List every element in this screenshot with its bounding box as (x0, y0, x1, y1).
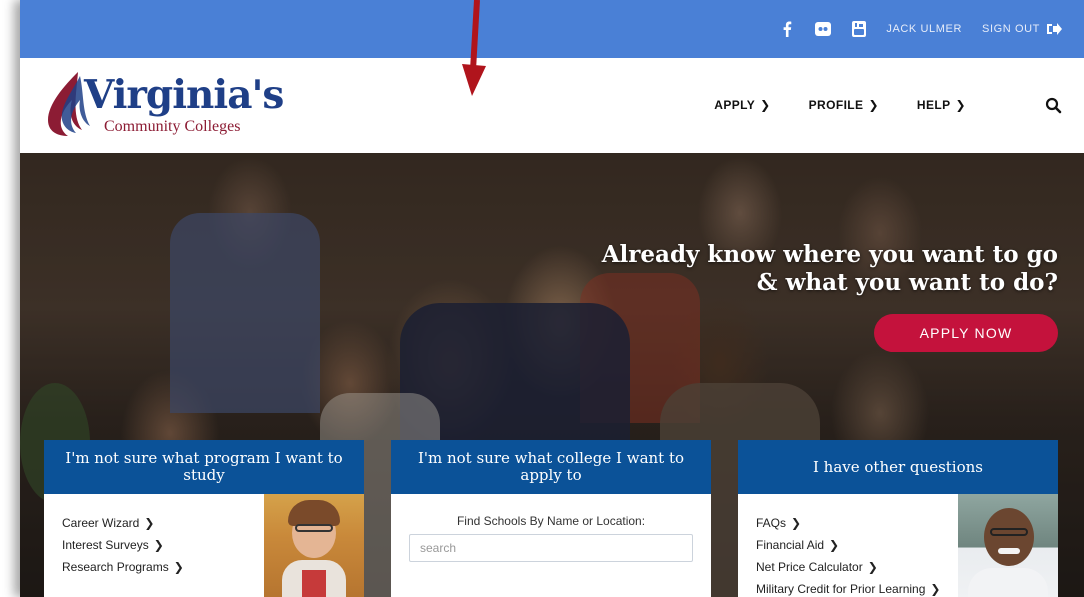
military-credit-link[interactable]: Military Credit for Prior Learning ❯ (756, 578, 940, 597)
research-programs-link[interactable]: Research Programs ❯ (62, 556, 184, 578)
program-links: Career Wizard ❯ Interest Surveys ❯ Researc… (62, 512, 184, 578)
vccs-logo[interactable]: Virginia's Community Colleges (42, 70, 284, 138)
site-header: Virginia's Community Colleges APPLY ❯ PR… (20, 58, 1084, 153)
nav-help[interactable]: HELP ❯ (917, 98, 966, 112)
nav-profile-label: PROFILE (808, 98, 864, 112)
college-help-card: I'm not sure what college I want to appl… (391, 440, 711, 597)
military-credit-label: Military Credit for Prior Learning (756, 582, 926, 596)
main-nav: APPLY ❯ PROFILE ❯ HELP ❯ (714, 98, 966, 112)
other-questions-card: I have other questions FAQs ❯ Financial A… (738, 440, 1058, 597)
nav-profile[interactable]: PROFILE ❯ (809, 98, 879, 112)
net-price-calculator-link[interactable]: Net Price Calculator ❯ (756, 556, 940, 578)
chevron-right-icon: ❯ (760, 98, 771, 112)
flickr-icon[interactable] (814, 20, 832, 38)
hero-headline-line1: Already know where you want to go (601, 241, 1058, 268)
chevron-right-icon: ❯ (173, 560, 184, 574)
hero-headline: Already know where you want to go & what… (602, 241, 1058, 297)
chevron-right-icon: ❯ (955, 98, 966, 112)
card-body: Find Schools By Name or Location: search (391, 494, 711, 597)
hero-headline-line2: & what you want to do? (756, 269, 1058, 296)
sign-out-label: SIGN OUT (982, 23, 1040, 35)
logo-subtitle: Community Colleges (104, 118, 241, 135)
card-title: I'm not sure what college I want to appl… (391, 440, 711, 494)
interest-surveys-link[interactable]: Interest Surveys ❯ (62, 534, 184, 556)
chevron-right-icon: ❯ (153, 538, 164, 552)
logo-wordmark: Virginia's (84, 72, 284, 118)
school-search-input[interactable]: search (409, 534, 693, 562)
card-body: FAQs ❯ Financial Aid ❯ Net Price Calculato… (738, 494, 1058, 597)
student-photo (264, 494, 364, 597)
utility-links: JACK ULMER SIGN OUT (778, 20, 1062, 38)
chevron-right-icon: ❯ (144, 516, 155, 530)
advisor-photo (958, 494, 1058, 597)
card-body: Career Wizard ❯ Interest Surveys ❯ Researc… (44, 494, 364, 597)
hero-banner: Already know where you want to go & what… (20, 153, 1084, 597)
net-price-calculator-label: Net Price Calculator (756, 560, 863, 574)
chevron-right-icon: ❯ (868, 98, 879, 112)
nav-apply-label: APPLY (714, 98, 756, 112)
faqs-label: FAQs (756, 516, 787, 530)
research-programs-label: Research Programs (62, 560, 169, 574)
sign-out-link[interactable]: SIGN OUT (982, 22, 1062, 36)
youtube-icon[interactable] (850, 20, 868, 38)
financial-aid-link[interactable]: Financial Aid ❯ (756, 534, 940, 556)
utility-bar: JACK ULMER SIGN OUT (20, 0, 1084, 58)
search-icon[interactable] (1044, 96, 1064, 116)
card-title: I have other questions (738, 440, 1058, 494)
faqs-link[interactable]: FAQs ❯ (756, 512, 940, 534)
user-name-link[interactable]: JACK ULMER (886, 23, 962, 35)
other-links: FAQs ❯ Financial Aid ❯ Net Price Calculato… (756, 512, 940, 597)
chevron-right-icon: ❯ (791, 516, 802, 530)
find-schools-label: Find Schools By Name or Location: (456, 514, 646, 528)
program-help-card: I'm not sure what program I want to stud… (44, 440, 364, 597)
chevron-right-icon: ❯ (930, 582, 941, 596)
nav-help-label: HELP (916, 98, 951, 112)
browser-page: JACK ULMER SIGN OUT Virginia's Community… (20, 0, 1084, 597)
chevron-right-icon: ❯ (867, 560, 878, 574)
facebook-icon[interactable] (778, 20, 796, 38)
card-title: I'm not sure what program I want to stud… (44, 440, 364, 494)
financial-aid-label: Financial Aid (756, 538, 825, 552)
career-wizard-label: Career Wizard (62, 516, 140, 530)
chevron-right-icon: ❯ (829, 538, 840, 552)
career-wizard-link[interactable]: Career Wizard ❯ (62, 512, 184, 534)
interest-surveys-label: Interest Surveys (62, 538, 149, 552)
sign-out-icon (1047, 23, 1062, 35)
nav-apply[interactable]: APPLY ❯ (714, 98, 770, 112)
apply-now-button[interactable]: APPLY NOW (874, 314, 1058, 352)
